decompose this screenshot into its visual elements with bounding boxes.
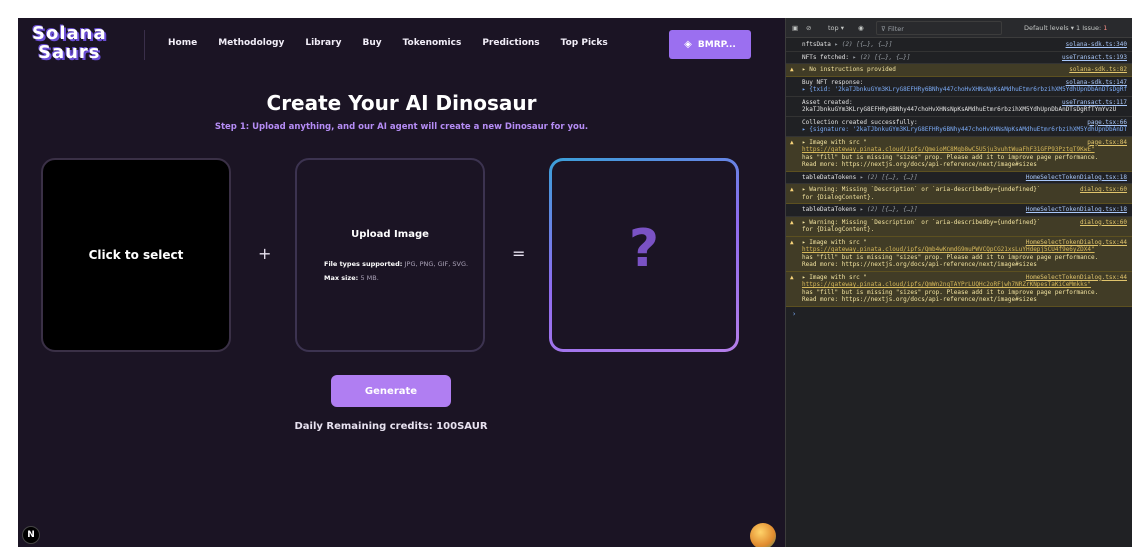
- issue-count: 1: [1103, 24, 1108, 32]
- top-navigation: Solana Saurs Home Methodology Library Bu…: [18, 18, 785, 74]
- user-avatar[interactable]: [750, 523, 776, 547]
- eye-icon[interactable]: ◉: [858, 24, 864, 32]
- warning-row[interactable]: ▲ ▸ Image with src " https://gateway.pin…: [786, 271, 1132, 307]
- warning-row[interactable]: ▲ ▸ Image with src " https://gateway.pin…: [786, 136, 1132, 172]
- log-source-link[interactable]: useTransact.ts:193: [1062, 54, 1127, 62]
- log-row[interactable]: Buy NFT response: ▸ {txid: '2kaTJbnkuGYm…: [786, 77, 1132, 97]
- wallet-icon: ◈: [684, 39, 692, 50]
- sidebar-toggle-icon[interactable]: ▣: [792, 24, 798, 32]
- log-row[interactable]: NFTs fetched: ▸ (2) [{…}, {…}] useTransa…: [786, 52, 1132, 64]
- nav-top-picks[interactable]: Top Picks: [561, 38, 608, 48]
- nav-methodology[interactable]: Methodology: [218, 38, 284, 48]
- log-row[interactable]: Collection created successfully: ▸ {sign…: [786, 117, 1132, 137]
- upload-image-card[interactable]: Upload Image File types supported: JPG, …: [295, 158, 485, 352]
- log-source-link[interactable]: HomeSelectTokenDialog.tsx:44: [1026, 239, 1127, 247]
- page-subtitle: Step 1: Upload anything, and our AI agen…: [214, 122, 589, 132]
- devtools-console: ▣ ⊘ top ▾ ◉ ⊽ Filter Default levels ▾ 1 …: [785, 18, 1132, 547]
- log-source-link[interactable]: useTransact.ts:117: [1062, 99, 1127, 107]
- clear-console-icon[interactable]: ⊘: [806, 24, 811, 32]
- nav-buy[interactable]: Buy: [362, 38, 381, 48]
- warning-icon: ▲: [790, 66, 794, 73]
- warning-row[interactable]: ▲ ▸ Warning: Missing `Description` or `a…: [786, 184, 1132, 204]
- nextjs-badge[interactable]: N: [22, 526, 40, 544]
- max-size-info: Max size: 5 MB.: [324, 274, 379, 282]
- warning-row[interactable]: ▲ ▸ No instructions provided solana-sdk.…: [786, 64, 1132, 77]
- nav-home[interactable]: Home: [168, 38, 197, 48]
- log-source-link[interactable]: solana-sdk.ts:340: [1066, 41, 1127, 49]
- warning-row[interactable]: ▲ ▸ Warning: Missing `Description` or `a…: [786, 216, 1132, 237]
- log-source-link[interactable]: page.tsx:66: [1087, 119, 1127, 127]
- log-source-link[interactable]: page.tsx:84: [1087, 139, 1127, 147]
- select-item-card[interactable]: Click to select: [41, 158, 231, 352]
- log-source-link[interactable]: HomeSelectTokenDialog.tsx:44: [1026, 274, 1127, 282]
- result-card: ?: [549, 158, 739, 352]
- generate-button[interactable]: Generate: [331, 375, 451, 407]
- log-levels-dropdown[interactable]: Default levels ▾: [1024, 24, 1074, 32]
- plus-sign: +: [258, 244, 272, 263]
- console-toolbar: ▣ ⊘ top ▾ ◉ ⊽ Filter Default levels ▾ 1 …: [786, 18, 1132, 38]
- issues-button[interactable]: 1 Issue: 1: [1076, 24, 1107, 32]
- nav-links: Home Methodology Library Buy Tokenomics …: [168, 38, 608, 48]
- file-types-info: File types supported: JPG, PNG, GIF, SVG…: [324, 260, 469, 268]
- context-selector[interactable]: top ▾: [828, 24, 844, 32]
- log-source-link[interactable]: HomeSelectTokenDialog.tsx:18: [1026, 206, 1127, 214]
- log-source-link[interactable]: solana-sdk.ts:82: [1069, 66, 1127, 74]
- solanasaurs-logo[interactable]: Solana Saurs: [32, 24, 118, 68]
- log-row[interactable]: Asset created: 2kaTJbnkuGYm3KLryG8EFHRy6…: [786, 97, 1132, 117]
- equals-sign: =: [512, 244, 526, 263]
- nav-library[interactable]: Library: [305, 38, 341, 48]
- nav-tokenomics[interactable]: Tokenomics: [403, 38, 462, 48]
- console-filter-input[interactable]: ⊽ Filter: [876, 21, 1002, 35]
- wallet-address: BMRP...: [697, 39, 736, 50]
- warning-icon: ▲: [790, 218, 794, 226]
- wallet-button[interactable]: ◈ BMRP...: [669, 30, 751, 59]
- log-source-link[interactable]: solana-sdk.ts:147: [1066, 79, 1127, 87]
- log-row[interactable]: nftsData ▸ (2) [{…}, {…}] solana-sdk.ts:…: [786, 39, 1132, 52]
- console-messages: nftsData ▸ (2) [{…}, {…}] solana-sdk.ts:…: [786, 39, 1132, 321]
- filter-icon: ⊽: [881, 25, 888, 33]
- console-prompt[interactable]: ›: [786, 307, 1132, 321]
- log-source-link[interactable]: dialog.tsx:60: [1080, 186, 1127, 194]
- log-source-link[interactable]: HomeSelectTokenDialog.tsx:18: [1026, 174, 1127, 182]
- warning-icon: ▲: [790, 186, 794, 193]
- daily-credits-text: Daily Remaining credits: 100SAUR: [294, 421, 488, 432]
- warning-icon: ▲: [790, 138, 794, 146]
- warning-icon: ▲: [790, 273, 794, 281]
- question-mark-icon: ?: [628, 219, 660, 279]
- app-window: Solana Saurs Home Methodology Library Bu…: [18, 18, 785, 547]
- select-label: Click to select: [88, 248, 184, 262]
- upload-heading: Upload Image: [351, 229, 429, 240]
- nav-divider: [144, 30, 145, 60]
- nav-predictions[interactable]: Predictions: [482, 38, 539, 48]
- log-source-link[interactable]: dialog.tsx:60: [1080, 219, 1127, 227]
- log-row[interactable]: tableDataTokens ▸ (2) [{…}, {…}] HomeSel…: [786, 204, 1132, 217]
- warning-row[interactable]: ▲ ▸ Image with src " https://gateway.pin…: [786, 236, 1132, 272]
- warning-icon: ▲: [790, 238, 794, 246]
- page-title: Create Your AI Dinosaur: [266, 91, 537, 115]
- log-row[interactable]: tableDataTokens ▸ (2) [{…}, {…}] HomeSel…: [786, 172, 1132, 184]
